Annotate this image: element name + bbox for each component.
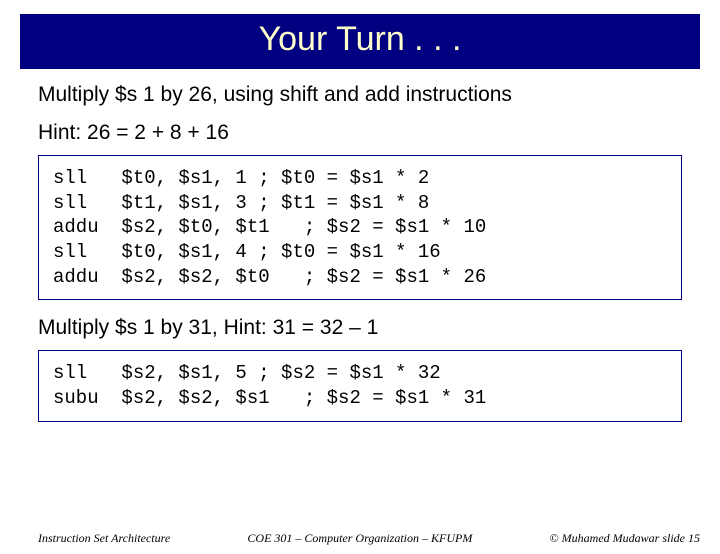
- footer: Instruction Set Architecture COE 301 – C…: [38, 531, 700, 546]
- code-box-1: sll $t0, $s1, 1 ; $t0 = $s1 * 2 sll $t1,…: [38, 155, 682, 300]
- instruction-line-1: Multiply $s 1 by 26, using shift and add…: [38, 83, 720, 107]
- title-bar: Your Turn . . .: [20, 14, 700, 69]
- footer-left: Instruction Set Architecture: [38, 531, 170, 546]
- code-box-2: sll $s2, $s1, 5 ; $s2 = $s1 * 32 subu $s…: [38, 350, 682, 421]
- footer-right: © Muhamed Mudawar slide 15: [550, 531, 700, 546]
- instruction-line-2: Multiply $s 1 by 31, Hint: 31 = 32 – 1: [38, 316, 720, 340]
- hint-line-1: Hint: 26 = 2 + 8 + 16: [38, 121, 720, 145]
- slide-title: Your Turn . . .: [259, 20, 462, 58]
- code-block-1: sll $t0, $s1, 1 ; $t0 = $s1 * 2 sll $t1,…: [53, 166, 667, 289]
- code-block-2: sll $s2, $s1, 5 ; $s2 = $s1 * 32 subu $s…: [53, 361, 667, 410]
- footer-center: COE 301 – Computer Organization – KFUPM: [170, 531, 549, 546]
